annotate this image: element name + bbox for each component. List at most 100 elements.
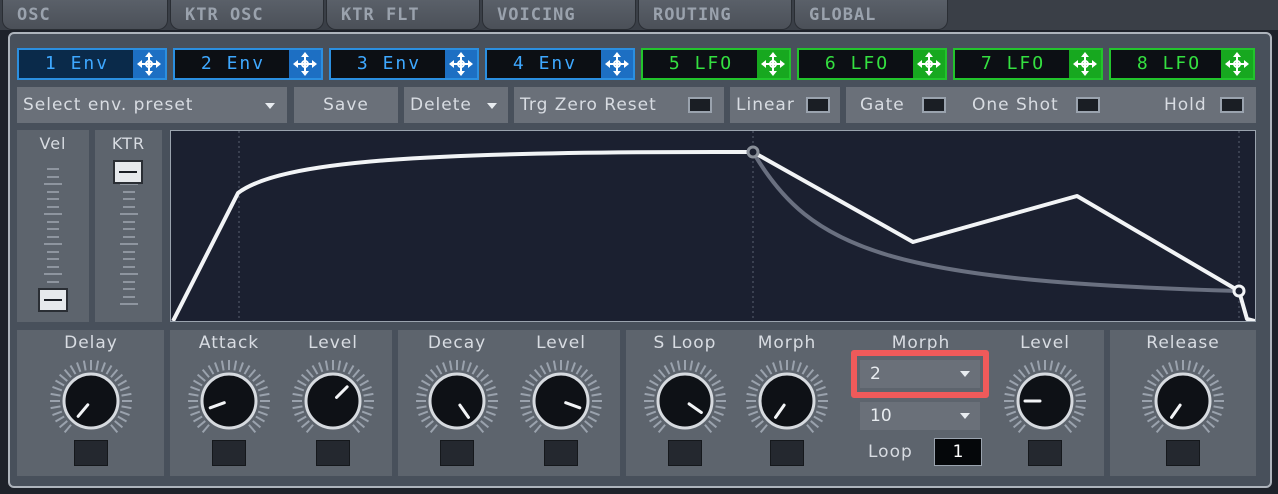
- release-mod-slot[interactable]: [1166, 440, 1200, 466]
- trg-zero-reset-label: Trg Zero Reset: [520, 95, 657, 115]
- ktr-label: KTR: [111, 134, 146, 153]
- s-loop-label: S Loop: [653, 333, 717, 353]
- source-button-3-env[interactable]: 3 Env: [329, 48, 479, 80]
- ktr-slider-handle[interactable]: [113, 160, 143, 184]
- source-button-6-lfo[interactable]: 6 LFO: [797, 48, 947, 80]
- release-node[interactable]: [1232, 284, 1246, 298]
- attack-level-mod-slot[interactable]: [316, 440, 350, 466]
- move-icon[interactable]: [133, 50, 165, 78]
- env-preset-select[interactable]: Select env. preset: [17, 87, 287, 123]
- source-label: 2 Env: [200, 53, 266, 74]
- source-button-4-env[interactable]: 4 Env: [485, 48, 635, 80]
- gate-label: Gate: [860, 95, 905, 115]
- save-button[interactable]: Save: [294, 87, 398, 123]
- decay-level-knob[interactable]: [518, 358, 604, 444]
- s-loop-mod-slot[interactable]: [668, 440, 702, 466]
- attack-level-knob[interactable]: [290, 358, 376, 444]
- trg-zero-reset-checkbox[interactable]: [688, 97, 712, 113]
- source-label: 6 LFO: [824, 53, 890, 74]
- release-knob[interactable]: [1140, 358, 1226, 444]
- slider-tick: [47, 190, 59, 193]
- vel-label: Vel: [39, 134, 67, 153]
- delete-button[interactable]: Delete: [404, 87, 508, 123]
- source-button-8-lfo[interactable]: 8 LFO: [1109, 48, 1255, 80]
- delay-mod-slot[interactable]: [74, 440, 108, 466]
- move-icon[interactable]: [913, 50, 945, 78]
- slider-tick: [123, 265, 135, 268]
- linear-label: Linear: [736, 95, 795, 115]
- move-icon[interactable]: [1221, 50, 1253, 78]
- tab-ktr-osc[interactable]: KTR OSC: [170, 0, 324, 30]
- slider-tick: [44, 243, 62, 245]
- slider-tick: [120, 213, 138, 215]
- tab-ktr-flt[interactable]: KTR FLT: [326, 0, 480, 30]
- move-icon[interactable]: [289, 50, 321, 78]
- slider-tick: [44, 183, 62, 185]
- source-button-5-lfo[interactable]: 5 LFO: [641, 48, 791, 80]
- move-icon[interactable]: [1069, 50, 1101, 78]
- morph-second-dropdown[interactable]: 10: [860, 402, 980, 430]
- morph-mod-slot[interactable]: [770, 440, 804, 466]
- attack-label: Attack: [198, 333, 260, 353]
- delete-label: Delete: [410, 95, 472, 115]
- hold-label: Hold: [1164, 95, 1207, 115]
- source-label: 4 Env: [512, 53, 578, 74]
- decay-knob[interactable]: [414, 358, 500, 444]
- move-icon[interactable]: [601, 50, 633, 78]
- slider-tick: [123, 295, 135, 298]
- linear-checkbox[interactable]: [806, 97, 830, 113]
- sustain-node[interactable]: [746, 145, 760, 159]
- slider-tick: [123, 250, 135, 253]
- slider-tick: [47, 250, 59, 253]
- decay-mod-slot[interactable]: [440, 440, 474, 466]
- slider-tick: [47, 175, 59, 178]
- source-label: 7 LFO: [980, 53, 1046, 74]
- move-icon[interactable]: [757, 50, 789, 78]
- gate-checkbox[interactable]: [922, 97, 946, 113]
- move-icon[interactable]: [445, 50, 477, 78]
- slider-tick: [44, 273, 62, 275]
- release-label: Release: [1146, 333, 1220, 353]
- trg-zero-reset-toggle[interactable]: Trg Zero Reset: [514, 87, 724, 123]
- slider-tick: [47, 280, 59, 283]
- delay-knob[interactable]: [48, 358, 134, 444]
- envelope-display[interactable]: [170, 130, 1256, 323]
- decay-level-mod-slot[interactable]: [544, 440, 578, 466]
- env-mode-group: Gate One Shot Hold: [846, 87, 1256, 123]
- morph-knob[interactable]: [744, 358, 830, 444]
- tab-voicing[interactable]: VOICING: [482, 0, 636, 30]
- vel-slider-handle[interactable]: [38, 288, 68, 312]
- loop-value-field[interactable]: 1: [934, 438, 982, 466]
- hold-checkbox[interactable]: [1220, 97, 1244, 113]
- chevron-down-icon: [265, 103, 275, 109]
- tab-routing[interactable]: ROUTING: [638, 0, 792, 30]
- source-button-2-env[interactable]: 2 Env: [173, 48, 323, 80]
- slider-tick: [47, 198, 59, 200]
- sustain-level-knob[interactable]: [1002, 358, 1088, 444]
- decay-label: Decay: [427, 333, 487, 353]
- ktr-slider-track[interactable]: [120, 168, 138, 308]
- slider-tick: [123, 190, 135, 193]
- source-label: 1 Env: [44, 53, 110, 74]
- linear-toggle[interactable]: Linear: [730, 87, 840, 123]
- slider-tick: [47, 205, 59, 208]
- one-shot-checkbox[interactable]: [1076, 97, 1100, 113]
- slider-tick: [47, 265, 59, 268]
- delay-label: Delay: [64, 333, 118, 353]
- tab-global[interactable]: GLOBAL: [794, 0, 948, 30]
- envelope-graph: [171, 131, 1256, 323]
- slider-tick: [44, 213, 62, 215]
- decay-level-label: Level: [536, 333, 586, 353]
- slider-tick: [120, 243, 138, 245]
- loop-label: Loop: [868, 442, 913, 462]
- tab-osc[interactable]: OSC: [2, 0, 168, 30]
- sustain-level-mod-slot[interactable]: [1028, 440, 1062, 466]
- slider-tick: [123, 280, 135, 283]
- source-button-1-env[interactable]: 1 Env: [17, 48, 167, 80]
- source-button-7-lfo[interactable]: 7 LFO: [953, 48, 1103, 80]
- slider-tick: [120, 273, 138, 275]
- attack-knob[interactable]: [186, 358, 272, 444]
- attack-mod-slot[interactable]: [212, 440, 246, 466]
- s-loop-knob[interactable]: [642, 358, 728, 444]
- vel-slider-track[interactable]: [44, 168, 62, 308]
